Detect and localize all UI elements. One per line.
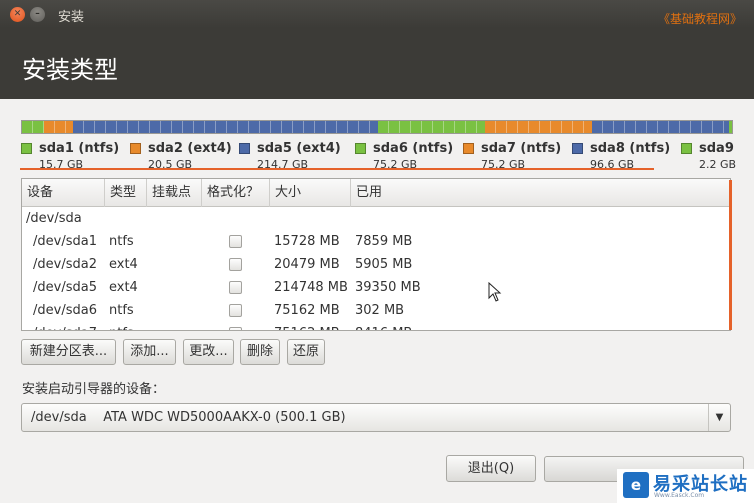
- legend-swatch: [681, 143, 692, 154]
- partition-bar-segment: [73, 121, 379, 133]
- cell-used: 39350 MB: [355, 280, 421, 295]
- cell-type: ext4: [109, 257, 138, 272]
- partition-bar-segment: [44, 121, 74, 133]
- legend-name: sda6 (ntfs): [373, 141, 454, 156]
- table-scrollbar[interactable]: [729, 180, 732, 330]
- table-row[interactable]: /dev/sda6 ntfs 75162 MB 302 MB: [22, 299, 730, 322]
- change-button[interactable]: 更改...: [183, 339, 234, 365]
- mouse-cursor-icon: [488, 282, 502, 302]
- format-checkbox[interactable]: [229, 281, 242, 294]
- table-row[interactable]: /dev/sda7 ntfs 75162 MB 8416 MB: [22, 322, 730, 330]
- legend-swatch: [130, 143, 141, 154]
- revert-button[interactable]: 还原: [287, 339, 325, 365]
- partition-bar-segment: [591, 121, 729, 133]
- legend-name: sda8 (ntfs): [590, 141, 671, 156]
- table-header: 设备 类型 挂载点 格式化？ 大小 已用: [22, 179, 730, 207]
- cell-size: 75162 MB: [274, 322, 340, 330]
- cell-type: ntfs: [109, 234, 134, 249]
- site-logo: e 易采站长站 Www.Easck.Com: [617, 469, 754, 503]
- cell-device: /dev/sda5: [33, 280, 97, 295]
- legend-name: sda1 (ntfs): [39, 141, 120, 156]
- dropdown-arrow-icon[interactable]: ▼: [708, 404, 730, 431]
- bootloader-device-select[interactable]: /dev/sda ATA WDC WD5000AAKX-0 (500.1 GB)…: [21, 403, 731, 432]
- column-header-size[interactable]: 大小: [270, 179, 351, 207]
- cell-device: /dev/sda7: [33, 322, 97, 330]
- partition-bar-segment: [22, 121, 45, 133]
- legend-name: sda2 (ext4): [148, 141, 232, 156]
- cell-device: /dev/sda1: [33, 234, 97, 249]
- title-bar: ✕ – 安装 《基础教程网》: [0, 0, 754, 28]
- partition-bar-segment: [484, 121, 592, 133]
- page-title: 安装类型: [22, 56, 118, 84]
- disk-device: /dev/sda: [26, 211, 82, 226]
- format-checkbox[interactable]: [229, 304, 242, 317]
- installer-window: ✕ – 安装 《基础教程网》 安装类型 sda1 (ntfs) 15.7 GB sd…: [0, 0, 754, 503]
- bootloader-device-path: /dev/sda: [31, 410, 87, 425]
- table-row[interactable]: /dev/sda1 ntfs 15728 MB 7859 MB: [22, 230, 730, 253]
- format-checkbox[interactable]: [229, 235, 242, 248]
- cell-size: 214748 MB: [274, 280, 348, 295]
- quit-button[interactable]: 退出(Q): [446, 455, 536, 482]
- legend-name: sda7 (ntfs): [481, 141, 562, 156]
- close-icon[interactable]: ✕: [10, 7, 25, 22]
- partition-bar-segment: [378, 121, 485, 133]
- partition-bar-segment: [728, 121, 732, 133]
- partition-table[interactable]: 设备 类型 挂载点 格式化？ 大小 已用 /dev/sda /dev/sda1 n…: [21, 178, 731, 331]
- legend-name: sda5 (ext4): [257, 141, 341, 156]
- legend-swatch: [355, 143, 366, 154]
- new-partition-table-button[interactable]: 新建分区表...: [21, 339, 116, 365]
- partition-legend: sda1 (ntfs) 15.7 GB sda2 (ext4) 20.5 GB sda5…: [21, 141, 754, 171]
- page-header: 安装类型: [0, 28, 754, 99]
- legend-swatch: [463, 143, 474, 154]
- column-header-used[interactable]: 已用: [351, 179, 730, 207]
- column-header-mount[interactable]: 挂载点: [147, 179, 202, 207]
- cell-used: 302 MB: [355, 303, 405, 318]
- table-row[interactable]: /dev/sda2 ext4 20479 MB 5905 MB: [22, 253, 730, 276]
- cell-device: /dev/sda2: [33, 257, 97, 272]
- watermark-text: 《基础教程网》: [657, 12, 742, 26]
- minimize-icon[interactable]: –: [30, 7, 45, 22]
- cell-type: ntfs: [109, 303, 134, 318]
- logo-mark-icon: e: [623, 472, 649, 498]
- cell-size: 20479 MB: [274, 257, 340, 272]
- legend-swatch: [572, 143, 583, 154]
- cell-size: 75162 MB: [274, 303, 340, 318]
- cell-type: ext4: [109, 280, 138, 295]
- cell-used: 5905 MB: [355, 257, 413, 272]
- column-header-type[interactable]: 类型: [105, 179, 147, 207]
- format-checkbox[interactable]: [229, 327, 242, 330]
- cell-type: ntfs: [109, 322, 134, 330]
- cell-size: 15728 MB: [274, 234, 340, 249]
- add-button[interactable]: 添加...: [123, 339, 176, 365]
- window-title: 安装: [58, 10, 85, 25]
- cell-used: 7859 MB: [355, 234, 413, 249]
- format-checkbox[interactable]: [229, 258, 242, 271]
- table-row[interactable]: /dev/sda5 ext4 214748 MB 39350 MB: [22, 276, 730, 299]
- legend-underline: [20, 168, 654, 170]
- bootloader-disk-name: ATA WDC WD5000AAKX-0 (500.1 GB): [103, 410, 346, 425]
- cell-used: 8416 MB: [355, 322, 412, 330]
- cell-device: /dev/sda6: [33, 303, 97, 318]
- bootloader-label: 安装启动引导器的设备：: [22, 382, 166, 397]
- legend-swatch: [239, 143, 250, 154]
- legend-name: sda9: [699, 141, 734, 156]
- legend-size: 2.2 GB: [699, 158, 737, 171]
- bootloader-device-value: /dev/sda ATA WDC WD5000AAKX-0 (500.1 GB): [31, 410, 346, 425]
- partition-bar: [21, 120, 733, 134]
- table-row-disk[interactable]: /dev/sda: [22, 207, 730, 230]
- logo-subtext: Www.Easck.Com: [654, 492, 705, 499]
- column-header-device[interactable]: 设备: [22, 179, 105, 207]
- delete-button[interactable]: 删除: [240, 339, 280, 365]
- column-header-format[interactable]: 格式化？: [202, 179, 270, 207]
- legend-swatch: [21, 143, 32, 154]
